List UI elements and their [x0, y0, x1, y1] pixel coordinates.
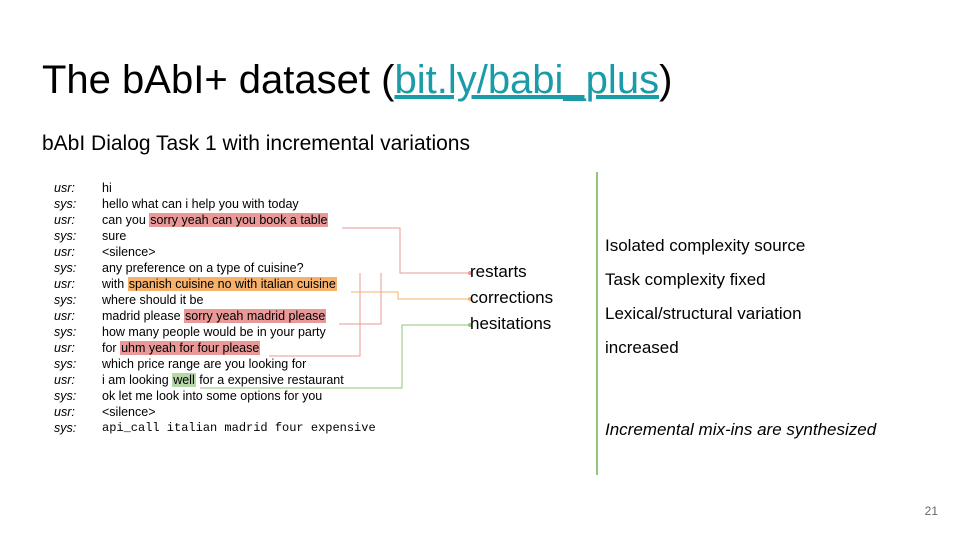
utterance: how many people would be in your party — [102, 324, 326, 340]
speaker-tag: sys: — [54, 325, 77, 339]
hesitations-label: hesitations — [470, 314, 552, 333]
correction-highlight: spanish cuisine no with italian cuisine — [127, 277, 337, 291]
speaker-tag: sys: — [54, 357, 77, 371]
bullet-point: Isolated complexity source — [605, 236, 806, 255]
dataset-link[interactable]: bit.ly/babi_plus — [394, 58, 659, 102]
utterance: can you sorry yeah can you book a table — [102, 212, 329, 228]
bullet-point: increased — [605, 338, 679, 357]
utterance-text: can you — [102, 213, 150, 227]
utterance-text: api_call italian madrid four expensive — [102, 421, 376, 435]
speaker-tag: sys: — [54, 421, 77, 435]
bullet-point: Task complexity fixed — [605, 270, 766, 289]
utterance: sure — [102, 228, 126, 244]
hesitation-highlight: well — [172, 373, 196, 387]
utterance-text: which price range are you looking for — [102, 357, 307, 371]
utterance-text: hi — [102, 181, 112, 195]
utterance-text: hello what can i help you with today — [102, 197, 299, 211]
speaker-tag: sys: — [54, 197, 77, 211]
speaker-tag: sys: — [54, 229, 77, 243]
speaker-tag: sys: — [54, 293, 77, 307]
utterance: <silence> — [102, 404, 156, 420]
slide-subtitle: bAbI Dialog Task 1 with incremental vari… — [42, 132, 470, 155]
utterance-text: for — [102, 341, 121, 355]
title-suffix: ) — [659, 58, 673, 102]
speaker-tag: usr: — [54, 181, 75, 195]
utterance-text: ok let me look into some options for you — [102, 389, 323, 403]
restart-connector-1 — [342, 227, 470, 274]
restart-highlight: sorry yeah madrid please — [184, 309, 327, 323]
corrections-label: corrections — [470, 288, 554, 307]
speaker-tag: usr: — [54, 277, 75, 291]
utterance-text: sure — [102, 229, 127, 243]
utterance: hi — [102, 180, 112, 196]
bullet-point: Lexical/structural variation — [605, 304, 802, 323]
speaker-tag: usr: — [54, 245, 75, 259]
utterance: hello what can i help you with today — [102, 196, 299, 212]
speaker-tag: sys: — [54, 261, 77, 275]
utterance: which price range are you looking for — [102, 356, 306, 372]
utterance: i am looking well for a expensive restau… — [102, 372, 344, 388]
title-prefix: The bAbI+ dataset ( — [42, 58, 395, 102]
restart-highlight: uhm yeah for four please — [120, 341, 261, 355]
utterance: with spanish cuisine no with italian cui… — [102, 276, 337, 292]
utterance-text-after: for a expensive restaurant — [195, 373, 344, 387]
utterance-text: where should it be — [102, 293, 204, 307]
utterance-text: madrid please — [102, 309, 184, 323]
api-call-utterance: api_call italian madrid four expensive — [102, 420, 376, 436]
page-number: 21 — [924, 504, 938, 518]
utterance-text: any preference on a type of cuisine? — [102, 261, 304, 275]
speaker-tag: usr: — [54, 405, 75, 419]
speaker-tag: usr: — [54, 213, 75, 227]
utterance: where should it be — [102, 292, 203, 308]
speaker-tag: sys: — [54, 389, 77, 403]
utterance: madrid please sorry yeah madrid please — [102, 308, 327, 324]
utterance-text: with — [102, 277, 128, 291]
restart-highlight: sorry yeah can you book a table — [149, 213, 329, 227]
speaker-tag: usr: — [54, 373, 75, 387]
utterance: any preference on a type of cuisine? — [102, 260, 304, 276]
utterance-text: <silence> — [102, 405, 156, 419]
vertical-divider — [596, 172, 598, 475]
slide-title: The bAbI+ dataset (bit.ly/babi_plus) — [42, 52, 672, 108]
correction-connector — [351, 291, 470, 300]
utterance-text: i am looking — [102, 373, 173, 387]
bullet-point-italic: Incremental mix-ins are synthesized — [605, 420, 877, 439]
restarts-label: restarts — [470, 262, 527, 281]
utterance-text: how many people would be in your party — [102, 325, 326, 339]
utterance: <silence> — [102, 244, 156, 260]
utterance-text: <silence> — [102, 245, 156, 259]
speaker-tag: usr: — [54, 309, 75, 323]
utterance: ok let me look into some options for you — [102, 388, 322, 404]
utterance: for uhm yeah for four please — [102, 340, 261, 356]
speaker-tag: usr: — [54, 341, 75, 355]
